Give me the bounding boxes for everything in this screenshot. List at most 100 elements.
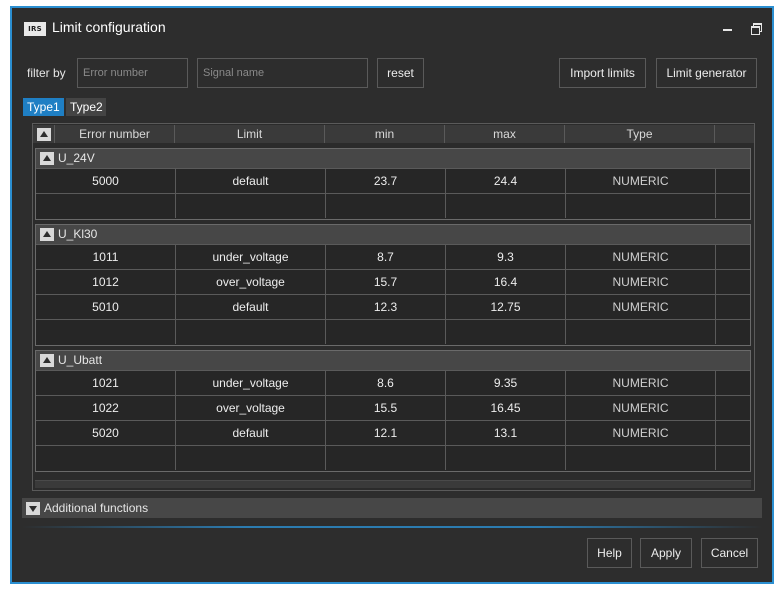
- restore-icon[interactable]: [748, 20, 764, 36]
- filter-label: filter by: [27, 66, 66, 80]
- cell-max[interactable]: [446, 446, 566, 470]
- cell-min[interactable]: 12.3: [326, 295, 446, 319]
- cell-limit[interactable]: over_voltage: [176, 270, 326, 294]
- table-row[interactable]: 1021 under_voltage 8.6 9.35 NUMERIC: [36, 370, 750, 395]
- triangle-down-icon: [29, 506, 37, 512]
- cell-error-number[interactable]: 1022: [36, 396, 176, 420]
- group-collapse-toggle[interactable]: [40, 152, 54, 165]
- cell-limit[interactable]: under_voltage: [176, 245, 326, 269]
- cell-type[interactable]: [566, 194, 716, 218]
- cell-type[interactable]: NUMERIC: [566, 169, 716, 193]
- cell-max[interactable]: 24.4: [446, 169, 566, 193]
- group-collapse-toggle[interactable]: [40, 228, 54, 241]
- cell-spacer: [716, 194, 750, 218]
- cell-max[interactable]: 9.3: [446, 245, 566, 269]
- cell-max[interactable]: 12.75: [446, 295, 566, 319]
- cell-error-number[interactable]: [36, 446, 176, 470]
- cell-error-number[interactable]: 1011: [36, 245, 176, 269]
- title-bar[interactable]: IRS Limit configuration: [12, 8, 772, 46]
- cell-max[interactable]: 16.4: [446, 270, 566, 294]
- cell-type[interactable]: [566, 446, 716, 470]
- cell-min[interactable]: [326, 320, 446, 344]
- cell-limit[interactable]: default: [176, 295, 326, 319]
- column-header-type[interactable]: Type: [565, 125, 715, 143]
- cell-type[interactable]: NUMERIC: [566, 245, 716, 269]
- group-collapse-toggle[interactable]: [40, 354, 54, 367]
- cell-min[interactable]: [326, 194, 446, 218]
- table-row[interactable]: 1022 over_voltage 15.5 16.45 NUMERIC: [36, 395, 750, 420]
- cell-type[interactable]: [566, 320, 716, 344]
- cell-error-number[interactable]: 5000: [36, 169, 176, 193]
- group-name: U_Kl30: [58, 227, 98, 241]
- cell-min[interactable]: 12.1: [326, 421, 446, 445]
- cell-min[interactable]: 15.7: [326, 270, 446, 294]
- cell-limit[interactable]: under_voltage: [176, 371, 326, 395]
- column-header-min[interactable]: min: [325, 125, 445, 143]
- limit-generator-button[interactable]: Limit generator: [656, 58, 757, 88]
- cell-limit[interactable]: [176, 194, 326, 218]
- tab-type2[interactable]: Type2: [66, 98, 106, 116]
- cell-type[interactable]: NUMERIC: [566, 396, 716, 420]
- cell-max[interactable]: 9.35: [446, 371, 566, 395]
- cell-limit[interactable]: over_voltage: [176, 396, 326, 420]
- reset-button[interactable]: reset: [377, 58, 424, 88]
- cell-spacer: [716, 245, 750, 269]
- cell-limit[interactable]: default: [176, 169, 326, 193]
- cell-type[interactable]: NUMERIC: [566, 421, 716, 445]
- group-name: U_Ubatt: [58, 353, 103, 367]
- new-row[interactable]: [36, 319, 750, 344]
- group-header[interactable]: U_Kl30: [36, 225, 750, 244]
- cell-spacer: [716, 270, 750, 294]
- group-header[interactable]: U_Ubatt: [36, 351, 750, 370]
- cell-max[interactable]: 16.45: [446, 396, 566, 420]
- cell-min[interactable]: 23.7: [326, 169, 446, 193]
- minimize-icon[interactable]: [720, 20, 736, 36]
- cell-limit[interactable]: default: [176, 421, 326, 445]
- cell-error-number[interactable]: 1021: [36, 371, 176, 395]
- cell-min[interactable]: 8.7: [326, 245, 446, 269]
- triangle-up-icon: [43, 357, 51, 363]
- cell-max[interactable]: [446, 320, 566, 344]
- cell-max[interactable]: 13.1: [446, 421, 566, 445]
- group-header[interactable]: U_24V: [36, 149, 750, 168]
- new-row[interactable]: [36, 445, 750, 470]
- cell-limit[interactable]: [176, 446, 326, 470]
- cell-type[interactable]: NUMERIC: [566, 371, 716, 395]
- table-row[interactable]: 1012 over_voltage 15.7 16.4 NUMERIC: [36, 269, 750, 294]
- help-button[interactable]: Help: [587, 538, 632, 568]
- column-header-max[interactable]: max: [445, 125, 565, 143]
- table-row[interactable]: 5000 default 23.7 24.4 NUMERIC: [36, 168, 750, 193]
- cell-limit[interactable]: [176, 320, 326, 344]
- additional-functions-label: Additional functions: [44, 501, 149, 515]
- cell-error-number[interactable]: 1012: [36, 270, 176, 294]
- cell-type[interactable]: NUMERIC: [566, 270, 716, 294]
- expand-toggle[interactable]: [26, 502, 40, 515]
- cancel-button[interactable]: Cancel: [701, 538, 758, 568]
- table-row[interactable]: 5010 default 12.3 12.75 NUMERIC: [36, 294, 750, 319]
- cell-type[interactable]: NUMERIC: [566, 295, 716, 319]
- column-header-error-number[interactable]: Error number: [55, 125, 175, 143]
- import-limits-button[interactable]: Import limits: [559, 58, 646, 88]
- app-logo: IRS: [24, 22, 46, 36]
- cell-max[interactable]: [446, 194, 566, 218]
- table-row[interactable]: 5020 default 12.1 13.1 NUMERIC: [36, 420, 750, 445]
- table-row[interactable]: 1011 under_voltage 8.7 9.3 NUMERIC: [36, 244, 750, 269]
- column-header-limit[interactable]: Limit: [175, 125, 325, 143]
- cell-min[interactable]: 8.6: [326, 371, 446, 395]
- apply-button[interactable]: Apply: [640, 538, 692, 568]
- signal-name-filter-input[interactable]: [197, 58, 368, 88]
- cell-spacer: [716, 396, 750, 420]
- tab-type1[interactable]: Type1: [23, 98, 64, 116]
- collapse-all-toggle[interactable]: [37, 128, 51, 141]
- cell-error-number[interactable]: [36, 320, 176, 344]
- horizontal-scrollbar[interactable]: [35, 480, 751, 488]
- cell-min[interactable]: [326, 446, 446, 470]
- cell-error-number[interactable]: 5010: [36, 295, 176, 319]
- cell-error-number[interactable]: 5020: [36, 421, 176, 445]
- additional-functions-expander[interactable]: Additional functions: [22, 498, 762, 518]
- column-header-spacer: [715, 125, 754, 143]
- error-number-filter-input[interactable]: [77, 58, 188, 88]
- cell-min[interactable]: 15.5: [326, 396, 446, 420]
- new-row[interactable]: [36, 193, 750, 218]
- cell-error-number[interactable]: [36, 194, 176, 218]
